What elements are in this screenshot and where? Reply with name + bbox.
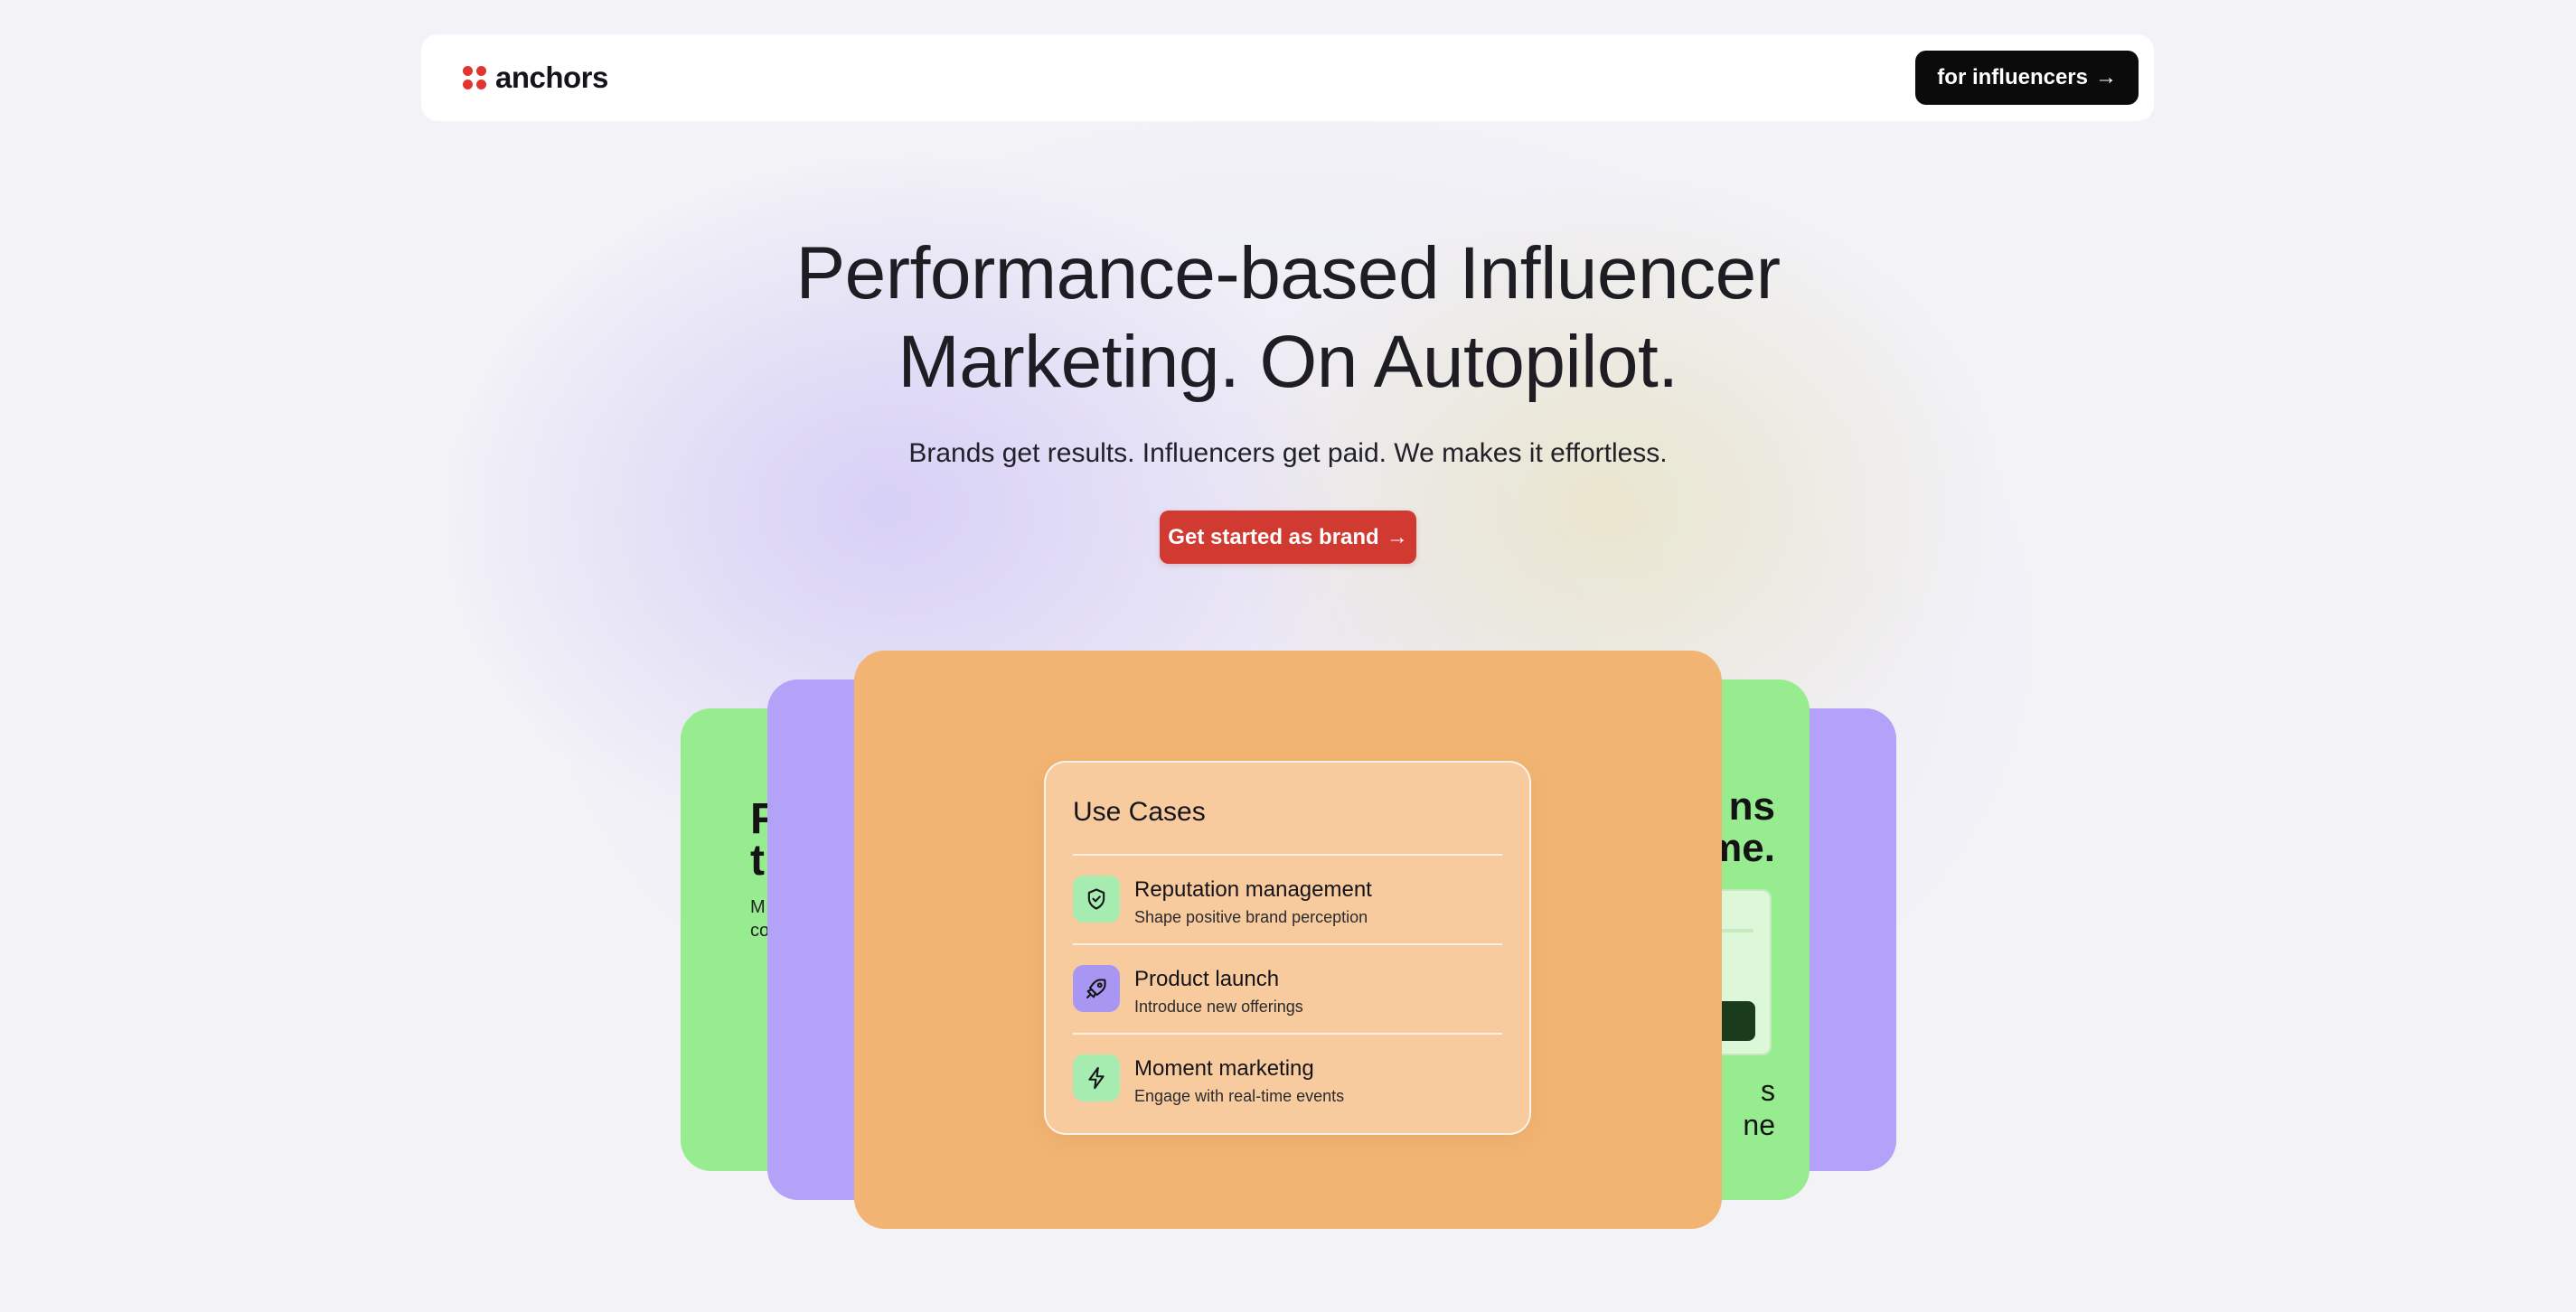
arrow-right-icon: → — [1386, 524, 1408, 549]
logo[interactable]: anchors — [463, 58, 608, 98]
hero-title-line-1: Performance-based Influencer — [795, 232, 1781, 314]
arrow-right-icon: → — [2095, 65, 2117, 89]
use-case-name: Product launch — [1134, 967, 1280, 991]
use-case-item-reputation[interactable]: Reputation management Shape positive bra… — [1073, 854, 1502, 942]
hero-title: Performance-based Influencer Marketing. … — [0, 230, 2576, 407]
shield-icon — [1073, 876, 1120, 923]
for-influencers-label: for influencers — [1937, 65, 2088, 89]
use-case-description: Engage with real-time events — [1134, 1087, 1345, 1105]
hero-title-line-2: Marketing. On Autopilot. — [898, 321, 1678, 403]
card-peek-subtitle: M co — [750, 897, 770, 941]
logo-mark-icon — [463, 66, 486, 89]
get-started-brand-button[interactable]: Get started as brand → — [1160, 511, 1416, 564]
use-cases-panel: Use Cases Reputation management Shape po… — [1044, 761, 1531, 1135]
get-started-label: Get started as brand — [1168, 524, 1379, 549]
use-case-description: Introduce new offerings — [1134, 998, 1303, 1016]
card-peek-bottom-text: s ne — [1743, 1074, 1775, 1141]
top-navbar: anchors for influencers → — [421, 34, 2154, 121]
use-case-item-moment-marketing[interactable]: Moment marketing Engage with real-time e… — [1073, 1033, 1502, 1121]
use-case-name: Moment marketing — [1134, 1056, 1314, 1081]
use-case-item-product-launch[interactable]: Product launch Introduce new offerings — [1073, 943, 1502, 1032]
use-case-description: Shape positive brand perception — [1134, 908, 1368, 926]
rocket-icon — [1073, 965, 1120, 1012]
use-case-name: Reputation management — [1134, 877, 1372, 902]
for-influencers-button[interactable]: for influencers → — [1915, 51, 2139, 105]
lightning-icon — [1073, 1054, 1120, 1101]
logo-text: anchors — [495, 61, 608, 94]
hero-subtitle: Brands get results. Influencers get paid… — [908, 438, 1668, 468]
use-cases-title: Use Cases — [1073, 797, 1206, 827]
